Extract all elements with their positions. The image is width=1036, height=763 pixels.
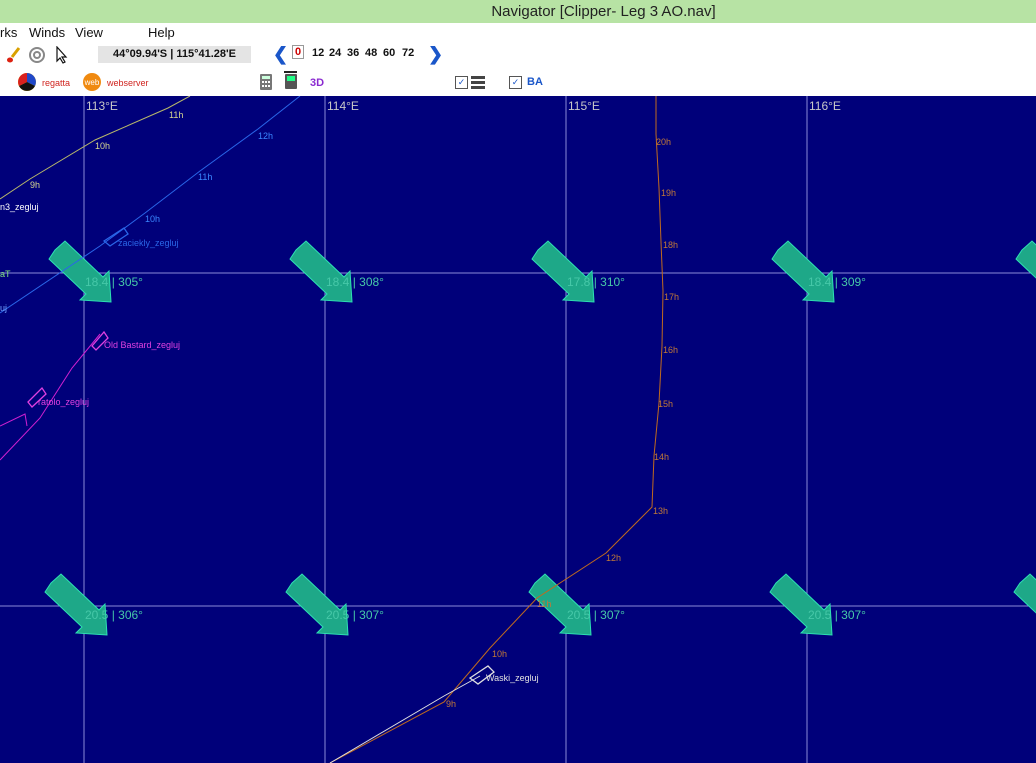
longitude-label: 115°E — [568, 99, 600, 113]
route-white — [329, 675, 481, 763]
route-hour-label: 16h — [663, 345, 678, 355]
hour-24[interactable]: 24 — [329, 47, 341, 59]
route-hour-label: 10h — [95, 141, 110, 151]
wind-label: 18.4 | 309° — [808, 275, 866, 289]
wind-label: 18.4 | 308° — [326, 275, 384, 289]
route-hour-label: 12h — [606, 553, 621, 563]
calculator-icon[interactable] — [259, 73, 273, 96]
webserver-label[interactable]: webserver — [107, 78, 149, 88]
next-hour-icon[interactable]: ❯ — [428, 44, 443, 64]
boat-name: Waski_zegluj — [486, 673, 539, 683]
route-hour-label: 15h — [658, 399, 673, 409]
wind-arrow — [1015, 240, 1036, 303]
route-orange — [329, 96, 664, 763]
route-hour-label: 19h — [661, 188, 676, 198]
boat-name: zaciekly_zegluj — [118, 238, 179, 248]
svg-text:web: web — [84, 78, 100, 87]
toolbar-tools: regatta web webserver 3D ✓ ✓ BA — [0, 67, 1036, 97]
wind-label: 20.5 | 307° — [808, 608, 866, 622]
view-3d-button[interactable]: 3D — [310, 77, 324, 89]
route-hour-label: 11h — [537, 599, 551, 609]
route-hour-label: 14h — [654, 452, 669, 462]
window-title: Navigator [Clipper- Leg 3 AO.nav] — [491, 3, 716, 20]
longitude-label: 113°E — [86, 99, 118, 113]
menu-help[interactable]: Help — [148, 25, 175, 40]
pointer-icon[interactable] — [55, 45, 69, 69]
chart-map[interactable]: 9h 10h 11h 10h 11h 12h zaciekly_zegluj O… — [0, 96, 1036, 763]
wind-arrow — [285, 573, 349, 636]
layers-icon — [471, 75, 485, 94]
route-blue — [0, 96, 301, 314]
map-canvas: 9h 10h 11h 10h 11h 12h zaciekly_zegluj O… — [0, 96, 1036, 763]
toolbar-time: 44°09.94'S | 115°41.28'E ❮ 0 12 24 36 48… — [0, 42, 1036, 67]
route-hour-label: 9h — [30, 180, 40, 190]
hour-72[interactable]: 72 — [402, 47, 414, 59]
wind-label: 20.5 | 307° — [326, 608, 384, 622]
wind-arrow — [771, 240, 835, 303]
menu-view[interactable]: View — [75, 25, 103, 40]
boat-name: ratolo_zegluj — [38, 397, 89, 407]
route-hour-label: 10h — [145, 214, 160, 224]
hour-12[interactable]: 12 — [312, 47, 324, 59]
route-hour-label: 13h — [653, 506, 668, 516]
layers-checkbox[interactable]: ✓ — [455, 76, 468, 89]
title-bar: Navigator [Clipper- Leg 3 AO.nav] — [0, 0, 1036, 23]
route-hour-label: 20h — [656, 137, 671, 147]
boat-name: Old Bastard_zegluj — [104, 340, 180, 350]
wind-arrow — [769, 573, 833, 636]
longitude-label: 116°E — [809, 99, 841, 113]
ba-checkbox[interactable]: ✓ — [509, 76, 522, 89]
hour-36[interactable]: 36 — [347, 47, 359, 59]
wind-label: 17.8 | 310° — [567, 275, 625, 289]
route-hour-label: 10h — [492, 649, 507, 659]
menu-bar: rks Winds View Help — [0, 23, 1036, 42]
route-magenta-2 — [0, 413, 28, 427]
wind-arrow — [289, 240, 353, 303]
regatta-label[interactable]: regatta — [42, 78, 70, 88]
boat-name: aT — [0, 269, 11, 279]
route-hour-label: 11h — [198, 172, 212, 182]
target-icon[interactable] — [28, 46, 46, 69]
wind-label: 20.5 | 307° — [567, 608, 625, 622]
device-icon[interactable] — [282, 71, 300, 96]
longitude-label: 114°E — [327, 99, 359, 113]
hour-60[interactable]: 60 — [383, 47, 395, 59]
hour-0[interactable]: 0 — [292, 45, 305, 59]
boat-name: uj — [0, 303, 7, 313]
route-hour-label: 9h — [446, 699, 456, 709]
route-hour-label: 12h — [258, 131, 273, 141]
brush-icon[interactable] — [5, 46, 23, 69]
regatta-icon[interactable] — [17, 72, 37, 97]
route-hour-label: 11h — [169, 110, 183, 120]
coordinates-readout: 44°09.94'S | 115°41.28'E — [98, 46, 251, 63]
wind-arrow — [1013, 573, 1036, 636]
wind-label: 18.4 | 305° — [85, 275, 143, 289]
menu-marks[interactable]: rks — [0, 25, 17, 40]
wind-arrow — [531, 240, 595, 303]
wind-label: 20.5 | 306° — [85, 608, 143, 622]
wind-arrow — [48, 240, 112, 303]
menu-winds[interactable]: Winds — [29, 25, 65, 40]
boat-name: n3_zegluj — [0, 202, 39, 212]
webserver-icon[interactable]: web — [82, 72, 102, 97]
ba-label: BA — [527, 76, 543, 88]
route-hour-label: 18h — [663, 240, 678, 250]
route-hour-label: 17h — [664, 292, 679, 302]
wind-arrow — [44, 573, 108, 636]
previous-hour-icon[interactable]: ❮ — [273, 44, 288, 64]
hour-48[interactable]: 48 — [365, 47, 377, 59]
